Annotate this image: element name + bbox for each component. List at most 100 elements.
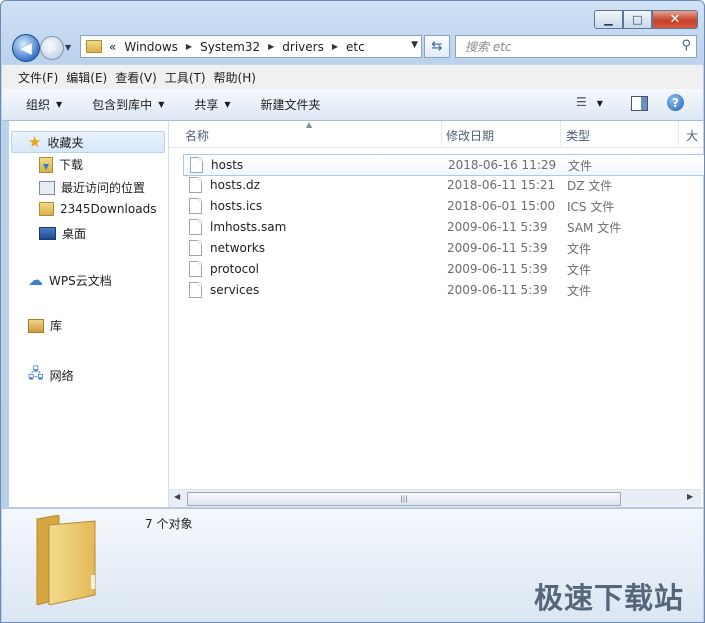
file-icon	[190, 157, 203, 173]
file-icon	[189, 240, 202, 256]
menu-help[interactable]: 帮助(H)	[214, 69, 264, 86]
help-icon[interactable]: ?	[667, 94, 684, 111]
table-row[interactable]: services 2009-06-11 5:39 文件	[183, 280, 703, 300]
scroll-left-icon[interactable]: ◀	[174, 492, 180, 501]
chevron-right-icon[interactable]: ▶	[186, 42, 192, 51]
command-bar: 组织 ▼ 包含到库中 ▼ 共享 ▼ 新建文件夹 ☰ ▼ ?	[2, 89, 703, 121]
sidebar-item-wps-cloud[interactable]: ☁ WPS云文档	[28, 271, 112, 289]
menu-view[interactable]: 查看(V)	[115, 69, 165, 86]
breadcrumb-system32[interactable]: System32	[200, 40, 260, 54]
refresh-button[interactable]: ⇆	[424, 35, 450, 58]
sidebar-item-2345downloads[interactable]: 2345Downloads	[39, 202, 156, 216]
breadcrumb-drivers[interactable]: drivers	[282, 40, 324, 54]
new-folder-button[interactable]: 新建文件夹	[261, 96, 321, 113]
cloud-icon: ☁	[28, 271, 43, 289]
preview-pane-icon[interactable]	[631, 96, 648, 111]
file-date: 2018-06-11 15:21	[447, 178, 556, 192]
file-type: ICS 文件	[567, 199, 615, 214]
include-library-label: 包含到库中	[92, 98, 153, 112]
sidebar-item-network[interactable]: 🖧 网络	[28, 363, 74, 387]
file-date: 2009-06-11 5:39	[447, 262, 548, 276]
horizontal-scrollbar[interactable]: ◀ ||| ▶	[169, 489, 701, 507]
network-icon: 🖧	[28, 366, 44, 382]
table-row[interactable]: hosts.ics 2018-06-01 15:00 ICS 文件	[183, 196, 703, 216]
sidebar-item-libraries[interactable]: 库	[28, 317, 62, 334]
menu-file[interactable]: 文件(F)	[2, 69, 66, 86]
column-header-date[interactable]: 修改日期	[446, 127, 494, 144]
back-button[interactable]: ◀	[12, 34, 40, 62]
sidebar-item-label: 库	[50, 319, 63, 333]
search-placeholder: 搜索 etc	[465, 40, 512, 54]
column-header-size[interactable]: 大	[686, 127, 698, 144]
file-icon	[189, 198, 202, 214]
file-date: 2009-06-11 5:39	[447, 283, 548, 297]
file-type: 文件	[567, 241, 592, 256]
file-icon	[189, 177, 202, 193]
file-date: 2018-06-01 15:00	[447, 199, 556, 213]
scrollbar-thumb[interactable]: |||	[187, 492, 621, 506]
share-button[interactable]: 共享 ▼	[194, 96, 230, 113]
scroll-right-icon[interactable]: ▶	[687, 492, 693, 501]
breadcrumb-etc[interactable]: etc	[346, 40, 365, 54]
navigation-pane: ★ 收藏夹 下载 最近访问的位置 2345Downloads 桌面 ☁ WPS云…	[9, 121, 169, 507]
view-list-icon: ☰	[576, 95, 587, 109]
share-label: 共享	[194, 98, 219, 112]
file-list: ▲ 名称 修改日期 类型 大 hosts 2018-06-16 11:29 文件…	[169, 120, 704, 507]
large-folder-icon	[36, 515, 96, 605]
file-icon	[189, 282, 202, 298]
chevron-down-icon: ▼	[158, 100, 165, 109]
minimize-button[interactable]: ▁	[594, 10, 623, 29]
file-date: 2018-06-16 11:29	[448, 158, 557, 172]
recent-pages-dropdown[interactable]: ▼	[65, 43, 71, 52]
file-name: hosts.dz	[210, 178, 260, 192]
menu-edit[interactable]: 编辑(E)	[66, 69, 115, 86]
organize-label: 组织	[26, 98, 51, 112]
chevron-right-icon[interactable]: ▶	[332, 42, 338, 51]
chevron-down-icon: ▼	[56, 100, 63, 109]
file-name: protocol	[210, 262, 259, 276]
folder-icon	[86, 40, 102, 53]
sidebar-item-desktop[interactable]: 桌面	[39, 225, 86, 242]
sidebar-item-recent-places[interactable]: 最近访问的位置	[39, 179, 145, 196]
search-icon[interactable]: ⚲	[681, 38, 691, 53]
file-type: DZ 文件	[567, 178, 613, 193]
column-header-name[interactable]: 名称	[185, 127, 209, 144]
menu-tools[interactable]: 工具(T)	[165, 69, 214, 86]
table-row[interactable]: hosts 2018-06-16 11:29 文件	[183, 154, 704, 176]
breadcrumb-overflow[interactable]: «	[109, 40, 116, 54]
table-row[interactable]: hosts.dz 2018-06-11 15:21 DZ 文件	[183, 175, 703, 195]
library-icon	[28, 318, 44, 333]
close-button[interactable]: ✕	[652, 10, 698, 29]
sort-ascending-icon: ▲	[306, 120, 313, 129]
details-pane: 7 个对象 极速下载站	[2, 508, 703, 622]
file-date: 2009-06-11 5:39	[447, 220, 548, 234]
sidebar-item-favorites[interactable]: ★ 收藏夹	[11, 131, 165, 153]
breadcrumb-windows[interactable]: Windows	[124, 40, 178, 54]
downloads-folder-icon	[39, 156, 53, 173]
new-folder-label: 新建文件夹	[260, 98, 321, 112]
explorer-window: ▁ □ ✕ ◀ ▶ ▼ « Windows ▶ System32 ▶ drive…	[0, 0, 705, 623]
watermark-text: 极速下载站	[534, 581, 685, 615]
table-row[interactable]: networks 2009-06-11 5:39 文件	[183, 238, 703, 258]
favorites-label: 收藏夹	[47, 135, 84, 150]
maximize-button[interactable]: □	[623, 10, 652, 29]
file-icon	[189, 261, 202, 277]
address-bar[interactable]: « Windows ▶ System32 ▶ drivers ▶ etc ▼	[80, 35, 422, 58]
address-dropdown-icon[interactable]: ▼	[411, 40, 418, 50]
refresh-icon: ⇆	[431, 39, 443, 54]
view-options-button[interactable]: ☰ ▼	[576, 95, 603, 109]
table-row[interactable]: protocol 2009-06-11 5:39 文件	[183, 259, 703, 279]
chevron-right-icon[interactable]: ▶	[268, 42, 274, 51]
recent-places-icon	[39, 180, 55, 195]
star-icon: ★	[28, 133, 42, 151]
search-input[interactable]: 搜索 etc ⚲	[455, 35, 697, 58]
column-header-type[interactable]: 类型	[566, 127, 590, 144]
folder-icon	[39, 202, 54, 216]
include-in-library-button[interactable]: 包含到库中 ▼	[92, 96, 164, 113]
forward-button[interactable]: ▶	[40, 36, 64, 60]
file-name: lmhosts.sam	[210, 220, 287, 234]
sidebar-item-downloads[interactable]: 下载	[39, 156, 83, 173]
desktop-icon	[39, 227, 56, 240]
table-row[interactable]: lmhosts.sam 2009-06-11 5:39 SAM 文件	[183, 217, 703, 237]
organize-button[interactable]: 组织 ▼	[26, 96, 62, 113]
